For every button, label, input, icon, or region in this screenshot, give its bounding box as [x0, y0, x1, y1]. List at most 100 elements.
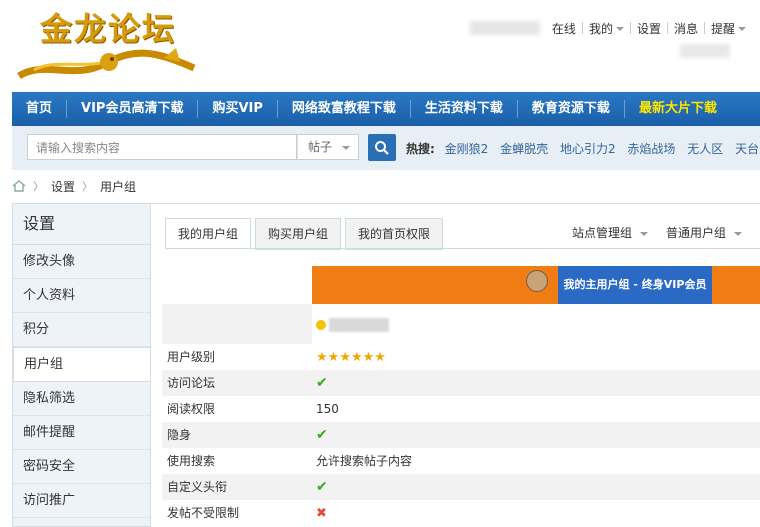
row-label: 阅读权限: [167, 402, 216, 416]
level-stars: ★★★★★★: [312, 344, 760, 370]
hot-label: 热搜:: [406, 142, 435, 156]
sidebar-item-privacy[interactable]: 隐私筛选: [13, 382, 150, 416]
check-icon: ✔: [316, 479, 328, 495]
nav-buy-vip[interactable]: 购买VIP: [198, 100, 278, 118]
blurred-info: [680, 44, 730, 58]
row-value: 150: [316, 402, 339, 416]
row-label: 自定义头衔: [167, 480, 228, 494]
nav-tutorials[interactable]: 网络致富教程下载: [278, 100, 411, 118]
sidebar-item-avatar[interactable]: 修改头像: [13, 245, 150, 279]
nav-home[interactable]: 首页: [12, 100, 68, 118]
online-link[interactable]: 在线: [546, 20, 582, 37]
sidebar-item-usergroup[interactable]: 用户组: [13, 347, 151, 382]
star-icon: ★: [316, 350, 328, 365]
sidebar-title: 设置: [13, 204, 150, 245]
table-row: 自定义头衔 ✔: [162, 474, 760, 500]
tab-home-permissions[interactable]: 我的首页权限: [345, 218, 444, 250]
tab-buy-usergroup[interactable]: 购买用户组: [255, 218, 342, 250]
table-row: [162, 304, 760, 344]
table-row: 用户级别 ★★★★★★: [162, 344, 760, 370]
main-panel: 我的用户组 购买用户组 我的首页权限 站点管理组 普通用户组 我的主用户组 - …: [150, 203, 760, 527]
nav-vip-download[interactable]: VIP会员高清下载: [67, 100, 199, 118]
messages-link[interactable]: 消息: [668, 20, 704, 37]
normal-user-dropdown[interactable]: 普通用户组: [666, 224, 742, 241]
row-value: ✔: [312, 370, 760, 396]
row-label: 隐身: [167, 428, 192, 442]
group-switchers: 站点管理组 普通用户组: [572, 224, 760, 241]
chevron-down-icon: [615, 27, 624, 31]
cross-icon: ✖: [316, 506, 327, 521]
tab-my-usergroup[interactable]: 我的用户组: [165, 218, 252, 250]
hot-tag[interactable]: 金蝉脱壳: [500, 142, 548, 156]
row-value: ✖: [312, 500, 760, 526]
my-menu[interactable]: 我的: [583, 20, 630, 37]
tab-bar: 我的用户组 购买用户组 我的首页权限: [165, 218, 447, 250]
sidebar-item-password[interactable]: 密码安全: [13, 450, 150, 484]
site-admin-label: 站点管理组: [571, 226, 632, 240]
usergroup-banner: 我的主用户组 - 终身VIP会员: [312, 266, 760, 304]
search-icon: [375, 141, 389, 155]
star-icon: ★: [339, 350, 351, 365]
table-row: 阅读权限 150: [162, 396, 760, 422]
table-row: 发帖不受限制 ✖: [162, 500, 760, 526]
chevron-down-icon: [738, 27, 746, 31]
sidebar-item-email[interactable]: 邮件提醒: [13, 416, 150, 450]
table-row: 隐身 ✔: [162, 422, 760, 448]
top-links: 在线 我的 设置 消息 提醒: [469, 18, 752, 38]
search-type-label: 帖子: [308, 140, 333, 154]
chevron-down-icon: [639, 231, 648, 236]
sidebar-item-credits[interactable]: 积分: [13, 313, 150, 347]
hot-tag[interactable]: 赤焰战场: [627, 142, 675, 156]
sidebar-item-promotion[interactable]: 访问推广: [13, 484, 150, 518]
search-type-select[interactable]: 帖子: [297, 134, 359, 160]
star-icon: ★: [362, 350, 375, 365]
username-blurred: [469, 21, 540, 35]
hot-tag[interactable]: 金刚狼2: [445, 142, 489, 156]
table-key: [162, 304, 312, 344]
row-label: 用户级别: [167, 350, 216, 364]
settings-sidebar: 设置 修改头像 个人资料 积分 用户组 隐私筛选 邮件提醒 密码安全 访问推广: [12, 203, 151, 527]
user-name: [312, 304, 760, 344]
row-value: 允许搜索帖子内容: [316, 454, 413, 468]
avatar: [526, 270, 548, 292]
star-icon: ★: [327, 350, 340, 365]
table-row: 使用搜索 允许搜索帖子内容: [162, 448, 760, 474]
nav-life[interactable]: 生活资料下载: [411, 100, 518, 118]
divider: [165, 248, 760, 249]
chevron-right-icon: 〉: [33, 180, 44, 193]
row-value: ✔: [312, 422, 760, 448]
breadcrumb: 〉 设置 〉 用户组: [12, 178, 136, 194]
my-label: 我的: [588, 21, 613, 36]
hot-tag[interactable]: 无人区: [687, 142, 723, 156]
star-icon: ★: [350, 350, 363, 365]
hot-tag[interactable]: 天台爱情: [735, 142, 760, 156]
settings-link[interactable]: 设置: [631, 20, 667, 37]
nav-education[interactable]: 教育资源下载: [518, 100, 625, 118]
breadcrumb-usergroup[interactable]: 用户组: [100, 178, 136, 195]
check-icon: ✔: [316, 375, 328, 391]
sidebar-item-profile[interactable]: 个人资料: [13, 279, 150, 313]
username-blurred: [329, 317, 389, 332]
main-nav: 首页 VIP会员高清下载 购买VIP 网络致富教程下载 生活资料下载 教育资源下…: [12, 92, 760, 126]
search-button[interactable]: [368, 134, 396, 161]
row-label: 访问论坛: [167, 376, 216, 390]
home-icon[interactable]: [12, 180, 26, 192]
hot-search: 热搜: 金刚狼2 金蝉脱壳 地心引力2 赤焰战场 无人区 天台爱情: [406, 140, 760, 157]
dragon-icon: [17, 48, 196, 80]
normal-user-label: 普通用户组: [665, 226, 726, 240]
site-logo[interactable]: 金龙论坛: [12, 0, 210, 84]
usergroup-table: 用户级别 ★★★★★★ 访问论坛 ✔ 阅读权限 150 隐身 ✔ 使用搜索 允许…: [162, 304, 760, 526]
breadcrumb-settings[interactable]: 设置: [51, 178, 75, 195]
chevron-down-icon: [342, 146, 350, 150]
search-bar: 请输入搜索内容 帖子 热搜: 金刚狼2 金蝉脱壳 地心引力2 赤焰战场 无人区 …: [12, 126, 760, 170]
search-input[interactable]: 请输入搜索内容: [27, 134, 297, 160]
hot-tag[interactable]: 地心引力2: [560, 142, 616, 156]
check-icon: ✔: [316, 427, 328, 443]
bulb-icon: [316, 319, 326, 330]
star-icon: ★: [374, 350, 386, 365]
site-admin-dropdown[interactable]: 站点管理组: [572, 224, 648, 241]
reminders-label: 提醒: [710, 21, 735, 36]
reminders-menu[interactable]: 提醒: [705, 20, 752, 37]
nav-latest-movies[interactable]: 最新大片下载: [625, 100, 731, 118]
banner-title: 我的主用户组 - 终身VIP会员: [558, 266, 712, 304]
